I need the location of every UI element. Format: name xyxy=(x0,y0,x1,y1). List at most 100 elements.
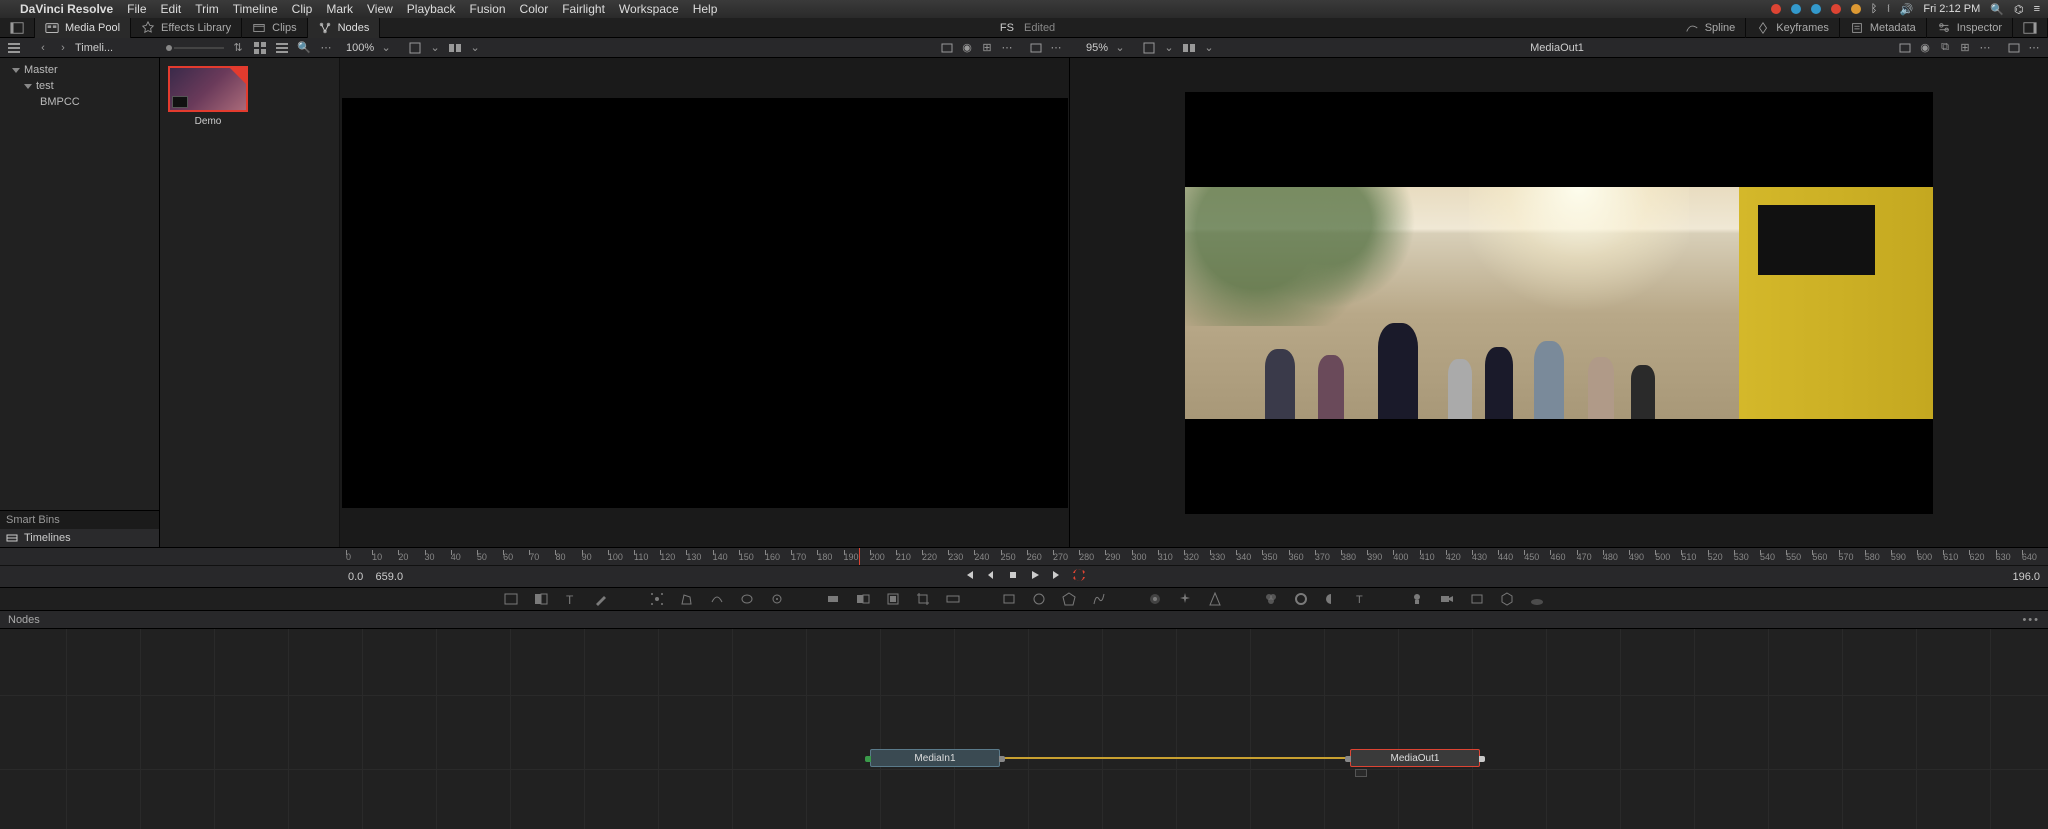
tray-dot-red2-icon[interactable] xyxy=(1831,4,1841,14)
image-plane-icon[interactable] xyxy=(1469,591,1485,607)
text-tool-icon[interactable]: T xyxy=(563,591,579,607)
bin-bmpcc[interactable]: BMPCC xyxy=(0,94,159,110)
viewer-color-icon-2[interactable]: ◉ xyxy=(1917,40,1933,56)
left-viewer[interactable] xyxy=(340,58,1070,547)
menu-trim[interactable]: Trim xyxy=(195,2,219,16)
media-pool-button[interactable]: Media Pool xyxy=(35,18,131,38)
viewer-opts-icon-2[interactable]: ⋯ xyxy=(1977,40,1993,56)
resize-icon[interactable] xyxy=(885,591,901,607)
matte-control-icon[interactable] xyxy=(825,591,841,607)
tracker-icon[interactable] xyxy=(649,591,665,607)
go-end-icon[interactable] xyxy=(1051,569,1063,584)
nav-back-icon[interactable]: ‹ xyxy=(35,40,51,56)
fit-icon-2[interactable] xyxy=(1141,40,1157,56)
dual-viewer-icon[interactable] xyxy=(2006,40,2022,56)
camera-icon[interactable] xyxy=(1439,591,1455,607)
fit-icon[interactable] xyxy=(407,40,423,56)
ellipse-mask-icon[interactable] xyxy=(739,591,755,607)
bin-master[interactable]: Master xyxy=(0,62,159,78)
viewer-color-icon[interactable]: ◉ xyxy=(959,40,975,56)
volume-icon[interactable]: 🔊 xyxy=(1900,3,1914,16)
menu-mark[interactable]: Mark xyxy=(326,2,353,16)
step-back-icon[interactable] xyxy=(985,569,997,584)
node-graph[interactable]: MediaIn1 MediaOut1 xyxy=(0,629,2048,829)
left-zoom[interactable]: 100% xyxy=(346,42,374,54)
control-center-icon[interactable]: ⌬ xyxy=(2014,3,2024,16)
sharpen-icon[interactable] xyxy=(1207,591,1223,607)
bspline-mask-icon[interactable] xyxy=(709,591,725,607)
node-thumbnail[interactable] xyxy=(1355,769,1367,777)
blur-icon[interactable] xyxy=(1147,591,1163,607)
wifi-icon[interactable]: ⧙ xyxy=(1887,3,1889,16)
inspector-button[interactable]: Inspector xyxy=(1927,18,2013,38)
brightness-icon[interactable] xyxy=(1323,591,1339,607)
tray-dot-blue-icon[interactable] xyxy=(1791,4,1801,14)
stop-icon[interactable] xyxy=(1007,569,1019,584)
sort-icon[interactable]: ⇅ xyxy=(230,40,246,56)
glow-icon[interactable] xyxy=(1177,591,1193,607)
viewer-more-icon-2[interactable]: ⋯ xyxy=(2026,40,2042,56)
spotlight-icon[interactable]: 🔍 xyxy=(1990,3,2004,16)
clip-thumbnail[interactable]: Demo xyxy=(168,66,248,127)
keyframes-button[interactable]: Keyframes xyxy=(1746,18,1840,38)
play-icon[interactable] xyxy=(1029,569,1041,584)
menu-help[interactable]: Help xyxy=(693,2,718,16)
paint-tool-icon[interactable] xyxy=(593,591,609,607)
zoom-dropdown-icon-2[interactable]: ⌄ xyxy=(1112,40,1128,56)
menu-file[interactable]: File xyxy=(127,2,146,16)
smart-bins-header[interactable]: Smart Bins xyxy=(0,510,159,529)
channel-bool-icon[interactable] xyxy=(855,591,871,607)
search-icon[interactable]: 🔍 xyxy=(296,40,312,56)
media-in-node[interactable]: MediaIn1 xyxy=(870,749,1000,767)
viewer-more-icon[interactable]: ⋯ xyxy=(1048,40,1064,56)
single-viewer-icon[interactable] xyxy=(1028,40,1044,56)
effects-library-button[interactable]: Effects Library xyxy=(131,18,242,38)
nodes-button[interactable]: Nodes xyxy=(308,18,381,38)
split-icon-2[interactable] xyxy=(1181,40,1197,56)
crop-icon[interactable] xyxy=(915,591,931,607)
spline-button[interactable]: Spline xyxy=(1675,18,1747,38)
tray-dot-orange-icon[interactable] xyxy=(1851,4,1861,14)
thumb-size-slider[interactable] xyxy=(174,47,224,49)
menu-view[interactable]: View xyxy=(367,2,393,16)
expand-left-icon[interactable] xyxy=(0,18,35,38)
time-ruler[interactable]: 0102030405060708090100110120130140150160… xyxy=(0,547,2048,565)
viewer-grid-icon[interactable]: ⊞ xyxy=(979,40,995,56)
polygon-icon[interactable] xyxy=(1061,591,1077,607)
menu-fusion[interactable]: Fusion xyxy=(470,2,506,16)
bin-list-icon[interactable] xyxy=(6,40,22,56)
color-corrector-icon[interactable] xyxy=(1263,591,1279,607)
grid-view-icon[interactable] xyxy=(252,40,268,56)
viewer-a-icon-2[interactable] xyxy=(1897,40,1913,56)
loop-icon[interactable] xyxy=(1073,569,1085,584)
clip-browser[interactable]: Demo xyxy=(160,58,340,547)
app-name[interactable]: DaVinci Resolve xyxy=(20,2,113,16)
viewer-stereo-icon[interactable]: ⧉ xyxy=(1937,40,1953,56)
node-output-port[interactable] xyxy=(999,756,1005,762)
merge-tool-icon[interactable] xyxy=(533,591,549,607)
tray-dot-blue2-icon[interactable] xyxy=(1811,4,1821,14)
list-view-icon[interactable] xyxy=(274,40,290,56)
menu-workspace[interactable]: Workspace xyxy=(619,2,679,16)
menu-playback[interactable]: Playback xyxy=(407,2,456,16)
menu-timeline[interactable]: Timeline xyxy=(233,2,278,16)
polyline-mask-icon[interactable] xyxy=(679,591,695,607)
slider-dot-icon[interactable] xyxy=(166,45,172,51)
options-icon[interactable]: ⋯ xyxy=(318,40,334,56)
metadata-button[interactable]: Metadata xyxy=(1840,18,1927,38)
viewer-opts-icon[interactable]: ⋯ xyxy=(999,40,1015,56)
node-output-port[interactable] xyxy=(1479,756,1485,762)
menu-clip[interactable]: Clip xyxy=(292,2,313,16)
split-drop-icon[interactable]: ⌄ xyxy=(467,40,483,56)
node-connection[interactable] xyxy=(1000,757,1350,759)
light-icon[interactable] xyxy=(1409,591,1425,607)
split-drop-icon-2[interactable]: ⌄ xyxy=(1201,40,1217,56)
menu-edit[interactable]: Edit xyxy=(161,2,182,16)
clips-button[interactable]: Clips xyxy=(242,18,307,38)
media-out-node[interactable]: MediaOut1 xyxy=(1350,749,1480,767)
node-input-port[interactable] xyxy=(865,756,871,762)
viewer-grid-icon-2[interactable]: ⊞ xyxy=(1957,40,1973,56)
bin-tree[interactable]: Master test BMPCC xyxy=(0,58,159,510)
bin-test[interactable]: test xyxy=(0,78,159,94)
bspline-icon[interactable] xyxy=(1091,591,1107,607)
